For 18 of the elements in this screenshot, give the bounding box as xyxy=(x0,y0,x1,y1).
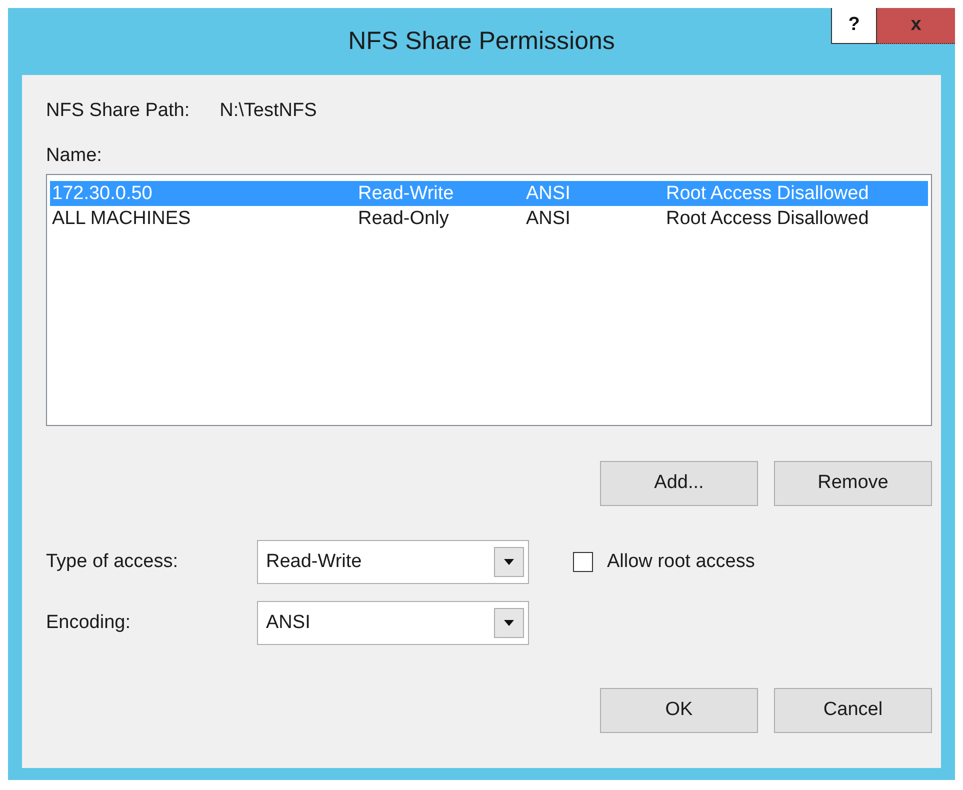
help-button[interactable]: ? xyxy=(831,8,877,44)
checkbox-label: Allow root access xyxy=(607,550,755,574)
window-title: NFS Share Permissions xyxy=(348,26,615,57)
field-label: Type of access: xyxy=(46,550,180,574)
encoding-dropdown[interactable]: ANSI xyxy=(257,601,529,645)
access-dropdown[interactable]: Read-Write xyxy=(257,540,529,584)
list-row[interactable]: ALL MACHINES Read-Only ANSI Root Access Disallowed xyxy=(50,206,928,231)
dialog-button[interactable]: OK xyxy=(600,688,758,733)
share-path-value: N:\TestNFS xyxy=(220,99,317,123)
field-label: Encoding: xyxy=(46,610,132,635)
list-button[interactable]: Add... xyxy=(600,461,758,506)
checkbox[interactable] xyxy=(573,552,593,572)
list-button[interactable]: Remove xyxy=(774,461,932,506)
field-label: NFS Share Path: xyxy=(46,99,190,123)
permissions-list[interactable]: 172.30.0.50 Read-Write ANSI Root Access Disallowed ALL MACHINES Read-Only ANSI Root Access Disallowed xyxy=(46,174,932,426)
dialog-button[interactable]: Cancel xyxy=(774,688,932,733)
close-button[interactable]: x xyxy=(877,8,955,44)
list-label: Name: xyxy=(46,144,102,166)
